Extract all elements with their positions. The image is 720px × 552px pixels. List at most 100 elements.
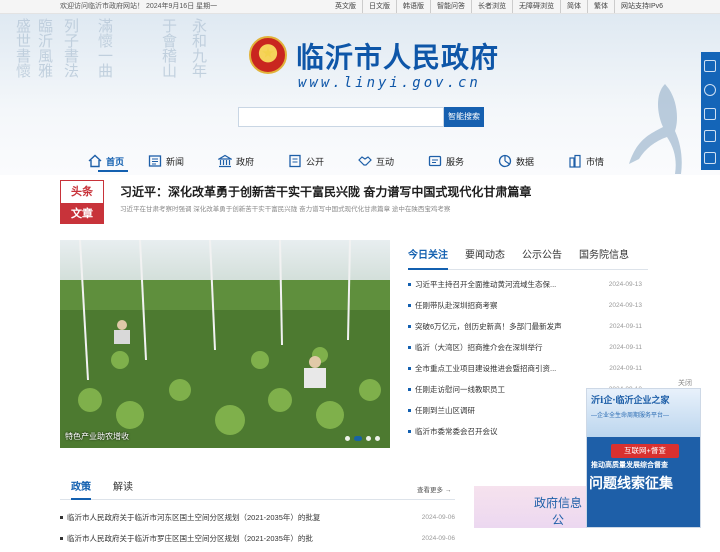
- link-simplified[interactable]: 简体: [560, 0, 587, 13]
- news-title[interactable]: 全市重点工业项目建设推进会暨招商引资...: [415, 361, 575, 377]
- city-icon: [568, 154, 582, 168]
- link-japanese[interactable]: 日文版: [362, 0, 396, 13]
- site-url: www.linyi.gov.cn: [298, 75, 481, 91]
- news-icon: [148, 154, 162, 168]
- list-item[interactable]: 临沂市人民政府关于临沂市罗庄区国土空间分区规划（2021-2035年）的批 202…: [60, 531, 455, 552]
- search-button[interactable]: 智能搜索: [444, 107, 484, 127]
- user-icon[interactable]: [704, 84, 716, 96]
- news-title[interactable]: 任刚带队赴深圳招商考察: [415, 298, 575, 314]
- news-title[interactable]: 突破6万亿元，创历史新高！多部门最新发声: [415, 319, 575, 335]
- policy-title[interactable]: 临沂市人民政府关于临沂市河东区国土空间分区规划（2021-2035年）的批复: [67, 510, 407, 526]
- weibo-icon[interactable]: [704, 152, 716, 164]
- policy-title[interactable]: 临沂市人民政府关于临沂市罗庄区国土空间分区规划（2021-2035年）的批: [67, 531, 407, 547]
- government-icon: [218, 154, 232, 168]
- carousel-dot[interactable]: [345, 436, 350, 441]
- news-date: 2024-09-11: [609, 344, 642, 351]
- wechat-icon[interactable]: [704, 108, 716, 120]
- nav-news[interactable]: 新闻: [148, 153, 218, 169]
- news-date: 2024-09-13: [608, 281, 642, 288]
- ad-line2: 推动高质量发展综合督查: [591, 462, 668, 469]
- calligraphy-decoration: 永和九年: [190, 18, 208, 78]
- tab-news-updates[interactable]: 要闻动态: [465, 247, 505, 270]
- link-korean[interactable]: 韩语版: [396, 0, 430, 13]
- nav-interaction[interactable]: 互动: [358, 153, 428, 169]
- policy-list: 临沂市人民政府关于临沂市河东区国土空间分区规划（2021-2035年）的批复 20…: [60, 510, 455, 552]
- nav-home[interactable]: 首页: [88, 153, 148, 169]
- home-icon: [88, 154, 102, 168]
- link-elder-mode[interactable]: 长者浏览: [471, 0, 512, 13]
- carousel-dot[interactable]: [366, 436, 371, 441]
- list-item[interactable]: 临沂（大湾区）招商推介会在深圳举行 2024-09-11: [408, 340, 642, 361]
- list-item[interactable]: 全市重点工业项目建设推进会暨招商引资... 2024-09-11: [408, 361, 642, 382]
- tab-policy[interactable]: 政策: [71, 478, 91, 500]
- calligraphy-decoration: 臨沂風雅: [36, 18, 54, 78]
- carousel-caption: 特色产业助农增收: [65, 432, 129, 441]
- headline-title[interactable]: 习近平：深化改革勇于创新苦干实干富民兴陇 奋力谱写中国式现代化甘肃篇章: [120, 183, 531, 200]
- ad-close-button[interactable]: 关闭: [678, 378, 692, 388]
- tab-announcements[interactable]: 公示公告: [522, 247, 562, 270]
- ad-line3: 问题线索征集: [589, 475, 673, 491]
- carousel-dots: [345, 436, 384, 441]
- news-title[interactable]: 习近平主持召开全面推动黄河流域生态保...: [415, 277, 575, 293]
- nav-label: 公开: [306, 156, 325, 167]
- list-item[interactable]: 突破6万亿元，创历史新高！多部门最新发声 2024-09-11: [408, 319, 642, 340]
- calligraphy-decoration: 于會稽山: [160, 18, 178, 78]
- nav-disclosure[interactable]: 公开: [288, 153, 358, 169]
- nav-service[interactable]: 服务: [428, 153, 498, 169]
- headline-badge-top: 头条: [71, 185, 93, 198]
- handshake-icon: [358, 154, 372, 168]
- site-header: 盛世書懷 臨沂風雅 列子書法 滿懷一曲 于會稽山 永和九年 临沂市人民政府 ww…: [0, 14, 720, 175]
- news-title[interactable]: 任刚到兰山区调研: [415, 403, 575, 419]
- nav-active-indicator: [98, 170, 128, 172]
- news-title[interactable]: 临沂（大湾区）招商推介会在深圳举行: [415, 340, 575, 356]
- main-nav: 首页 新闻 政府 公开 互动 服务 数据 市情: [88, 153, 648, 169]
- floating-ad[interactable]: 沂i企·临沂企业之家 —企业全生命周期服务平台— 互联网+督查 推动高质量发展综…: [586, 388, 701, 528]
- list-item[interactable]: 临沂市人民政府关于临沂市河东区国土空间分区规划（2021-2035年）的批复 20…: [60, 510, 455, 531]
- policy-tabs: 政策 解读: [60, 478, 455, 500]
- tab-interpretation[interactable]: 解读: [113, 478, 133, 500]
- top-links: 英文版 日文版 韩语版 智能问答 长者浏览 无障碍浏览 简体 繁体 网站支持IP…: [329, 0, 669, 13]
- carousel-photo[interactable]: 特色产业助农增收: [60, 240, 390, 448]
- headline-summary[interactable]: 习近平在甘肃考察时强调 深化改革勇于创新苦干实干富民兴陇 奋力谱写中国式现代化甘…: [120, 203, 580, 213]
- nav-label: 互动: [376, 156, 395, 167]
- gov-info-disclosure-box[interactable]: 政府信息公: [474, 486, 586, 528]
- top-bar: 欢迎访问临沂市政府网站！ 2024年9月16日 星期一 英文版 日文版 韩语版 …: [0, 0, 720, 14]
- ad-title: 沂i企·临沂企业之家: [591, 396, 670, 406]
- nav-label: 新闻: [166, 156, 185, 167]
- ad-top-banner[interactable]: 沂i企·临沂企业之家 —企业全生命周期服务平台—: [587, 389, 700, 437]
- news-title[interactable]: 临沂市委常委会召开会议: [415, 424, 575, 440]
- headline-badge: 头条 文章: [60, 180, 104, 224]
- calligraphy-decoration: 列子書法: [62, 18, 80, 78]
- nav-city[interactable]: 市情: [568, 153, 628, 169]
- link-smart-qa[interactable]: 智能问答: [430, 0, 471, 13]
- tab-today-focus[interactable]: 今日关注: [408, 247, 448, 270]
- policy-date: 2024-09-06: [421, 535, 455, 542]
- nav-government[interactable]: 政府: [218, 153, 288, 169]
- news-title[interactable]: 任刚走访慰问一线教职员工: [415, 382, 575, 398]
- carousel-dot[interactable]: [375, 436, 380, 441]
- nav-label: 市情: [586, 156, 605, 167]
- list-item[interactable]: 习近平主持召开全面推动黄河流域生态保... 2024-09-13: [408, 277, 642, 298]
- national-emblem-icon[interactable]: [249, 36, 287, 74]
- search-input[interactable]: [238, 107, 444, 127]
- email-icon[interactable]: [704, 60, 716, 72]
- link-traditional[interactable]: 繁体: [587, 0, 614, 13]
- ipv6-label: 网站支持IPv6: [614, 0, 669, 13]
- policy-more-link[interactable]: 查看更多 →: [417, 484, 451, 494]
- disclosure-icon: [288, 154, 302, 168]
- nav-label: 数据: [516, 156, 535, 167]
- farm-photo: [60, 240, 390, 448]
- app-icon[interactable]: [704, 130, 716, 142]
- policy-date: 2024-09-06: [421, 514, 455, 521]
- arrow-right-icon: →: [444, 487, 452, 494]
- site-name[interactable]: 临沂市人民政府: [296, 36, 499, 76]
- list-item[interactable]: 任刚带队赴深圳招商考察 2024-09-13: [408, 298, 642, 319]
- nav-data[interactable]: 数据: [498, 153, 568, 169]
- service-icon: [428, 154, 442, 168]
- carousel-dot-active[interactable]: [354, 436, 362, 441]
- tab-state-council[interactable]: 国务院信息: [579, 247, 629, 270]
- link-accessibility[interactable]: 无障碍浏览: [512, 0, 560, 13]
- link-english[interactable]: 英文版: [329, 0, 362, 13]
- ad-pill: 互联网+督查: [611, 444, 679, 458]
- calligraphy-decoration: 盛世書懷: [14, 18, 32, 78]
